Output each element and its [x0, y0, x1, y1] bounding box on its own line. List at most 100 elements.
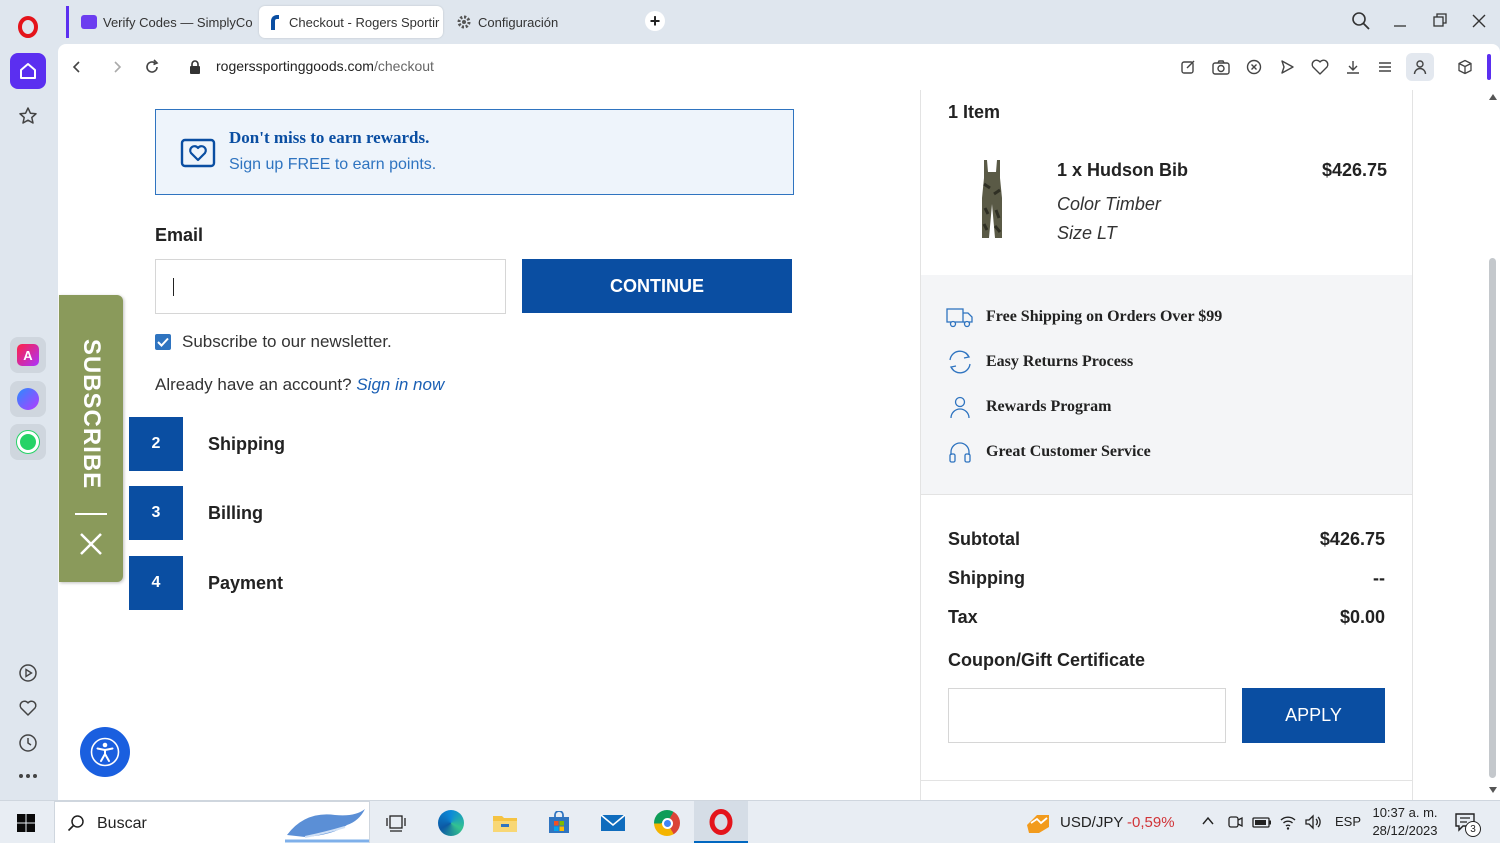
- close-subscribe-icon[interactable]: [78, 531, 104, 557]
- accessibility-icon[interactable]: [80, 727, 130, 777]
- adblock-shield-icon[interactable]: [1243, 56, 1265, 78]
- chrome-icon[interactable]: [651, 807, 683, 839]
- perk-label: Free Shipping on Orders Over $99: [986, 308, 1223, 325]
- gear-icon: [456, 14, 472, 30]
- step-payment[interactable]: 4 Payment: [129, 556, 283, 610]
- notifications-icon[interactable]: 3: [1454, 811, 1481, 837]
- checkout-page: Don't miss to earn rewards. Sign up FREE…: [58, 90, 1486, 800]
- notification-count-badge: 3: [1465, 821, 1481, 837]
- lock-icon[interactable]: [184, 56, 206, 78]
- account-line: Already have an account? Sign in now: [155, 375, 444, 395]
- subtotal-label: Subtotal: [948, 529, 1020, 549]
- send-icon[interactable]: [1276, 56, 1298, 78]
- continue-button[interactable]: CONTINUE: [522, 259, 792, 313]
- coupon-field[interactable]: [948, 688, 1226, 743]
- minimize-icon[interactable]: [1392, 10, 1408, 32]
- aria-ai-icon[interactable]: A: [10, 337, 46, 373]
- language-indicator[interactable]: ESP: [1335, 814, 1361, 829]
- subscribe-popup-tab[interactable]: SUBSCRIBE: [59, 295, 123, 582]
- windows-start-icon[interactable]: [10, 807, 42, 839]
- rewards-subtitle[interactable]: Sign up FREE to earn points.: [229, 156, 436, 174]
- reload-icon[interactable]: [141, 56, 163, 78]
- simplycodes-favicon-icon: [81, 14, 97, 30]
- step-label: Shipping: [208, 433, 285, 454]
- meet-now-icon[interactable]: [1227, 813, 1243, 831]
- email-field[interactable]: [155, 259, 506, 314]
- edit-icon[interactable]: [1177, 56, 1199, 78]
- volume-icon[interactable]: [1304, 813, 1322, 831]
- url-domain: rogerssportinggoods.com: [216, 58, 374, 74]
- rewards-heart-icon: [180, 138, 216, 168]
- newsletter-label[interactable]: Subscribe to our newsletter.: [182, 332, 392, 352]
- whatsapp-icon[interactable]: [10, 424, 46, 460]
- new-tab-plus-icon[interactable]: +: [645, 11, 665, 31]
- newsletter-checkbox[interactable]: [155, 334, 171, 350]
- sidebar-indicator: [1487, 54, 1491, 80]
- heart-bookmark-icon[interactable]: [1309, 56, 1331, 78]
- ticker-label[interactable]: USD/JPY: [1060, 814, 1123, 831]
- tab-verify-codes[interactable]: Verify Codes — SimplyCo: [66, 6, 254, 38]
- headset-icon: [946, 438, 974, 466]
- scroll-up-icon[interactable]: [1489, 94, 1497, 100]
- sign-in-link[interactable]: Sign in now: [356, 375, 444, 394]
- step-label: Payment: [208, 572, 284, 593]
- opera-menu-icon[interactable]: [10, 9, 46, 45]
- extensions-cube-icon[interactable]: [1454, 56, 1476, 78]
- back-icon[interactable]: [66, 56, 88, 78]
- forward-icon[interactable]: [106, 56, 128, 78]
- microsoft-store-icon[interactable]: [543, 807, 575, 839]
- task-view-icon[interactable]: [380, 807, 412, 839]
- tab-label: Checkout - Rogers Sportir: [289, 14, 440, 30]
- tab-checkout[interactable]: Checkout - Rogers Sportir: [259, 6, 443, 38]
- scroll-thumb[interactable]: [1489, 258, 1496, 778]
- edge-icon[interactable]: [435, 807, 467, 839]
- history-clock-icon[interactable]: [10, 725, 46, 761]
- favorites-heart-icon[interactable]: [10, 690, 46, 726]
- rewards-banner[interactable]: Don't miss to earn rewards. Sign up FREE…: [155, 109, 794, 195]
- summary-right-border: [1412, 90, 1413, 800]
- tab-search-icon[interactable]: [1350, 10, 1372, 32]
- more-dots-icon[interactable]: [10, 758, 46, 794]
- step-shipping[interactable]: 2 Shipping: [129, 417, 285, 471]
- step-label: Billing: [208, 502, 263, 523]
- truck-icon: [946, 303, 974, 331]
- restore-icon[interactable]: [1432, 10, 1448, 32]
- download-icon[interactable]: [1342, 56, 1364, 78]
- address-toolbar: rogerssportinggoods.com/checkout: [58, 44, 1500, 90]
- clock-time: 10:37 a. m.: [1372, 805, 1438, 820]
- item-name[interactable]: 1 x Hudson Bib: [1057, 160, 1188, 181]
- apply-button[interactable]: APPLY: [1242, 688, 1385, 743]
- summary-bottom-divider: [921, 780, 1412, 781]
- easy-setup-menu-icon[interactable]: [1374, 56, 1396, 78]
- subscribe-text-wrap: SUBSCRIBE: [78, 329, 106, 499]
- ticker-change[interactable]: -0,59%: [1127, 814, 1175, 831]
- page-scrollbar[interactable]: [1486, 90, 1500, 800]
- player-icon[interactable]: [10, 655, 46, 691]
- step-number: 4: [129, 556, 183, 610]
- tab-label: Configuración: [478, 14, 559, 30]
- email-label: Email: [155, 225, 204, 245]
- scroll-down-icon[interactable]: [1489, 787, 1497, 793]
- clock[interactable]: 10:37 a. m. 28/12/2023: [1370, 804, 1440, 840]
- perk-label: Great Customer Service: [986, 443, 1151, 460]
- shipping-label: Shipping: [948, 568, 1025, 588]
- subtotal-row: Subtotal $426.75: [948, 529, 1385, 550]
- step-billing[interactable]: 3 Billing: [129, 486, 263, 540]
- subscribe-label: SUBSCRIBE: [78, 338, 106, 490]
- battery-icon[interactable]: [1252, 813, 1272, 831]
- camera-snapshot-icon[interactable]: [1210, 56, 1232, 78]
- home-icon[interactable]: [10, 53, 46, 89]
- opera-taskbar-item[interactable]: [694, 801, 748, 843]
- taskbar-search-box[interactable]: Buscar: [54, 801, 370, 843]
- wifi-icon[interactable]: [1279, 813, 1297, 831]
- close-window-icon[interactable]: [1471, 10, 1487, 32]
- chevron-up-icon[interactable]: [1201, 813, 1215, 829]
- stock-widget-icon[interactable]: [1022, 807, 1054, 839]
- profile-icon[interactable]: [1406, 53, 1434, 81]
- mail-icon[interactable]: [597, 807, 629, 839]
- tab-settings[interactable]: Configuración: [456, 6, 636, 38]
- messenger-icon[interactable]: [10, 381, 46, 417]
- bookmarks-star-icon[interactable]: [10, 98, 46, 134]
- file-explorer-icon[interactable]: [489, 807, 521, 839]
- url-field[interactable]: rogerssportinggoods.com/checkout: [216, 58, 434, 74]
